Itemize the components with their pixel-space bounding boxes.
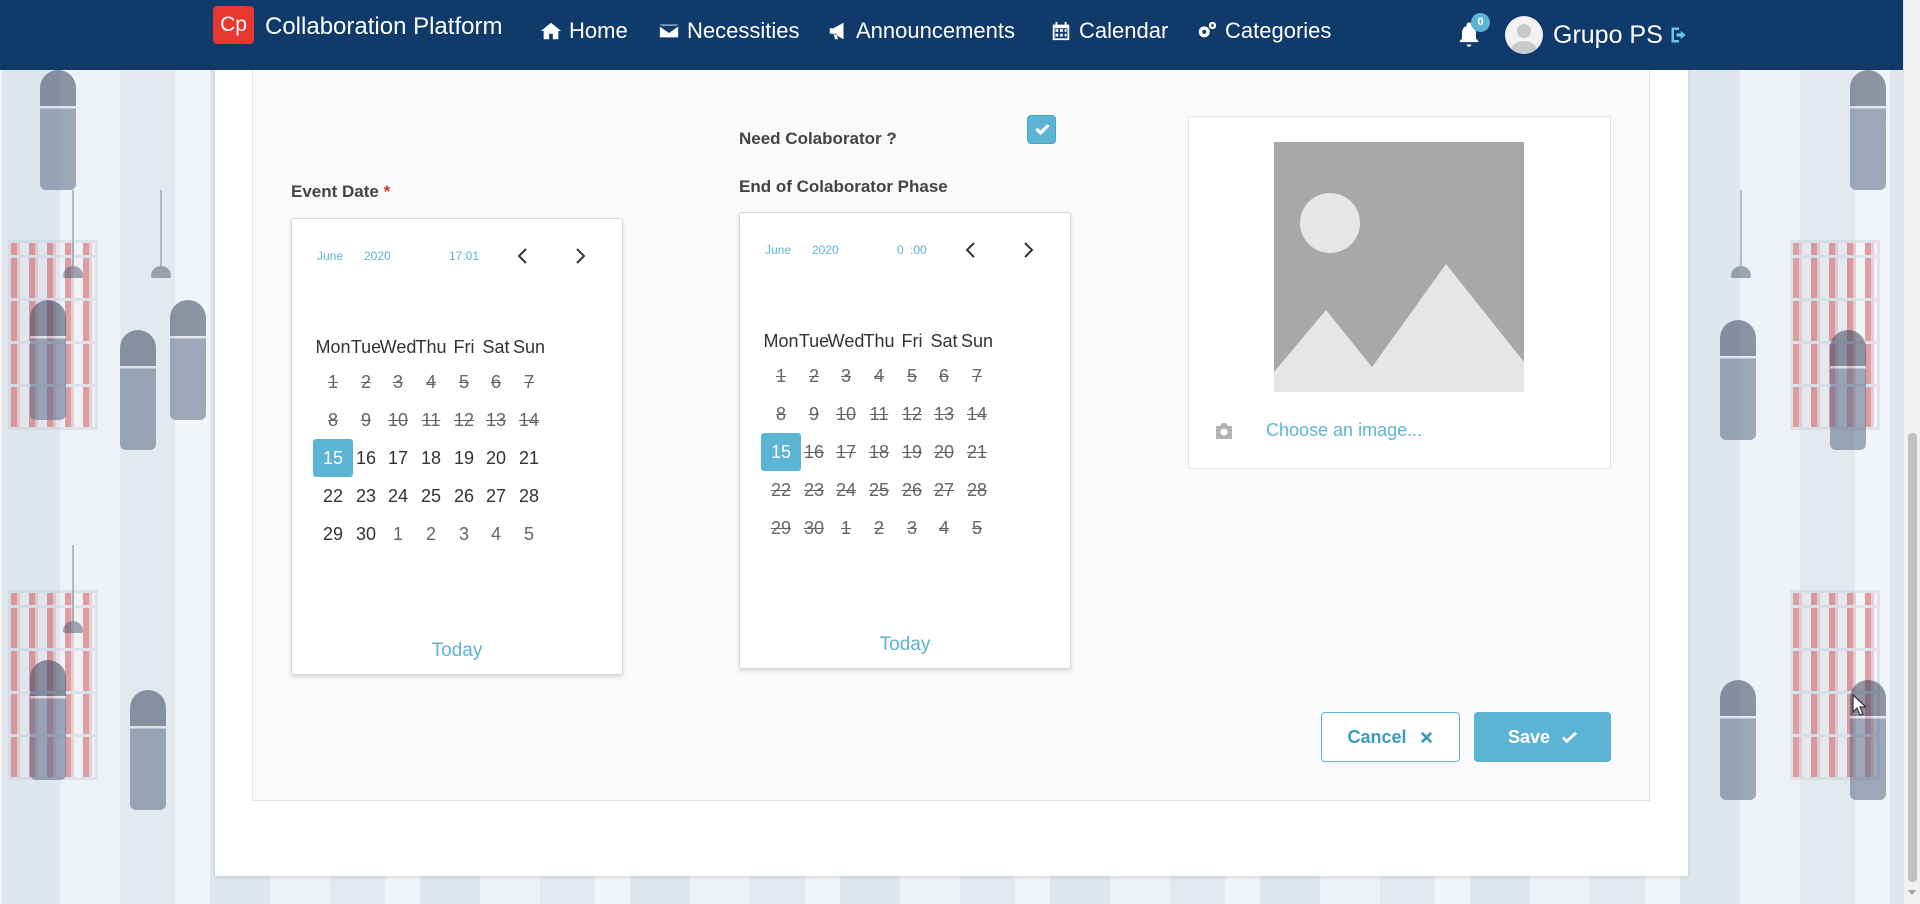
required-marker: * (383, 182, 391, 201)
nav-calendar-label: Calendar (1079, 18, 1169, 43)
page-scrollbar[interactable] (1903, 0, 1920, 904)
calendar-month[interactable]: June (765, 243, 791, 257)
avatar[interactable] (1505, 16, 1543, 54)
chevron-right-icon (576, 248, 586, 264)
user-name[interactable]: Grupo PS (1553, 21, 1663, 50)
logout-icon[interactable] (1669, 25, 1689, 45)
calendar-day[interactable]: 28 (509, 477, 549, 515)
weekday-label: Sun (512, 337, 546, 357)
end-phase-calendar: June 2020 0 :00 Mon Tue Wed Thu Fri Sat Sun 12… (739, 212, 1071, 669)
nav-categories[interactable]: Categories (1196, 18, 1331, 44)
nav-announcements[interactable]: Announcements (827, 18, 1015, 44)
need-collaborator-label: Need Colaborator ? (739, 129, 897, 148)
calendar-year[interactable]: 2020 (364, 249, 391, 263)
event-date-label: Event Date * (291, 182, 390, 202)
nav-home-label: Home (569, 18, 628, 43)
need-collaborator-checkbox[interactable] (1027, 115, 1056, 144)
cancel-label: Cancel (1347, 726, 1407, 747)
chevron-left-icon (517, 248, 527, 264)
nav-necessities-label: Necessities (687, 18, 800, 43)
bullhorn-icon (829, 22, 844, 40)
home-icon (540, 22, 562, 40)
top-navbar: Cp Collaboration Platform Home Necessiti… (0, 0, 1903, 70)
weekday-label: Sun (960, 331, 994, 351)
calendar-next-button[interactable] (1020, 240, 1036, 260)
calendar-day[interactable]: 14 (509, 401, 549, 439)
choose-image-link[interactable]: Choose an image... (1266, 420, 1422, 441)
nav-calendar[interactable]: Calendar (1050, 18, 1168, 44)
calendar-today-button[interactable]: Today (740, 634, 1070, 656)
mouse-cursor-icon (1852, 694, 1866, 716)
calendar-prev-button[interactable] (963, 240, 979, 260)
calendar-time-minutes[interactable]: :00 (910, 243, 927, 257)
calendar-day[interactable]: 5 (509, 515, 549, 553)
calendar-month[interactable]: June (317, 249, 343, 263)
scroll-down-arrow-icon[interactable] (1908, 890, 1916, 895)
calendar-time[interactable]: 17:01 (449, 249, 479, 263)
calendar-day[interactable]: 7 (509, 363, 549, 401)
chevron-left-icon (965, 242, 975, 258)
scrollbar-thumb[interactable] (1908, 433, 1917, 882)
brand-logo[interactable]: Cp (213, 6, 254, 44)
calendar-day[interactable]: 14 (957, 395, 997, 433)
nav-categories-label: Categories (1225, 18, 1332, 43)
calendar-prev-button[interactable] (515, 246, 531, 266)
end-phase-label: End of Colaborator Phase (739, 177, 948, 196)
save-button[interactable]: Save (1474, 712, 1611, 762)
calendar-day[interactable]: 21 (509, 439, 549, 477)
calendar-time-hour[interactable]: 0 (897, 243, 904, 257)
check-icon (1035, 124, 1050, 136)
calendar-icon (1052, 21, 1070, 41)
image-upload-box: Choose an image... (1188, 116, 1611, 469)
calendar-day[interactable]: 5 (957, 509, 997, 547)
calendar-today-button[interactable]: Today (292, 640, 622, 662)
event-date-calendar: June 2020 17:01 Mon Tue Wed Thu Fri Sat Sun 12… (291, 218, 623, 675)
close-icon (1420, 731, 1432, 743)
calendar-day[interactable]: 7 (957, 357, 997, 395)
gears-icon (1198, 21, 1217, 38)
chevron-right-icon (1024, 242, 1034, 258)
nav-announcements-label: Announcements (856, 18, 1015, 43)
image-placeholder[interactable] (1274, 142, 1524, 392)
check-icon (1562, 731, 1578, 743)
brand-name[interactable]: Collaboration Platform (265, 13, 502, 41)
event-date-label-text: Event Date (291, 182, 379, 201)
image-placeholder-icon (1274, 142, 1524, 392)
calendar-day[interactable]: 28 (957, 471, 997, 509)
envelope-icon (659, 24, 679, 38)
save-label: Save (1507, 726, 1551, 747)
nav-necessities[interactable]: Necessities (658, 18, 799, 44)
notification-count-badge: 0 (1471, 13, 1490, 32)
calendar-year[interactable]: 2020 (812, 243, 839, 257)
cancel-button[interactable]: Cancel (1321, 712, 1460, 762)
calendar-next-button[interactable] (572, 246, 588, 266)
camera-icon (1214, 422, 1234, 440)
calendar-day[interactable]: 21 (957, 433, 997, 471)
nav-home[interactable]: Home (540, 18, 628, 44)
